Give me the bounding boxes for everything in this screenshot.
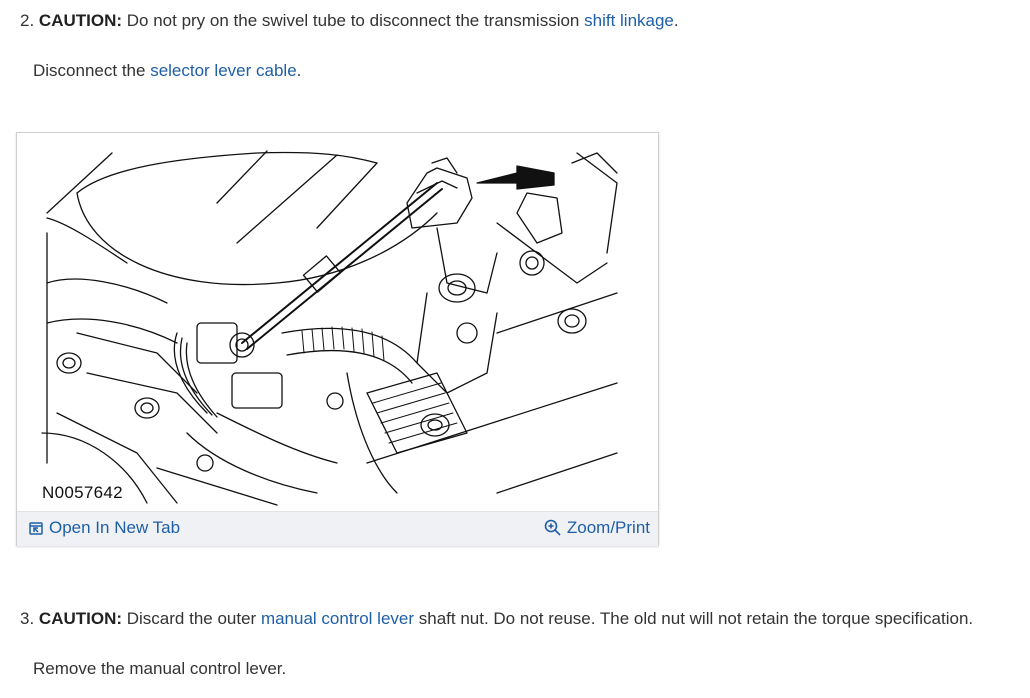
figure-toolbar: Open In New Tab Zoom/Print	[17, 511, 658, 546]
open-in-new-tab-label: Open In New Tab	[49, 518, 181, 537]
manual-control-lever-link[interactable]: manual control lever	[261, 609, 414, 628]
instruction-text: Disconnect the	[33, 61, 151, 80]
step-text: Discard the outer	[122, 609, 261, 628]
zoom-print-button[interactable]: Zoom/Print	[544, 518, 650, 538]
open-in-new-tab-icon	[29, 521, 44, 536]
selector-lever-cable-link[interactable]: selector lever cable	[150, 61, 296, 80]
caution-label: CAUTION:	[38, 11, 123, 30]
figure-panel: N0057642 Open In New Tab Zoom/Print	[16, 132, 659, 546]
step-text-end: .	[673, 11, 679, 30]
step-number: 2.	[20, 11, 35, 30]
zoom-in-icon	[544, 519, 562, 537]
figure-id: N0057642	[42, 483, 123, 502]
step-text-end: shaft nut. Do not reuse. The old nut wil…	[414, 609, 974, 628]
zoom-print-label: Zoom/Print	[566, 518, 650, 537]
shift-linkage-link[interactable]: shift linkage	[584, 11, 674, 30]
step-2-instruction: Disconnect the selector lever cable.	[33, 60, 301, 82]
open-in-new-tab-button[interactable]: Open In New Tab	[29, 518, 180, 538]
transmission-diagram-image: N0057642	[17, 133, 658, 511]
caution-label: CAUTION:	[38, 609, 123, 628]
instruction-text-end: .	[296, 61, 302, 80]
step-text: Do not pry on the swivel tube to disconn…	[122, 11, 585, 30]
step-number: 3.	[20, 609, 35, 628]
step-3-instruction: Remove the manual control lever.	[33, 659, 287, 678]
step-3: 3. CAUTION: Discard the outer manual con…	[20, 608, 973, 630]
step-2: 2. CAUTION: Do not pry on the swivel tub…	[20, 10, 679, 32]
